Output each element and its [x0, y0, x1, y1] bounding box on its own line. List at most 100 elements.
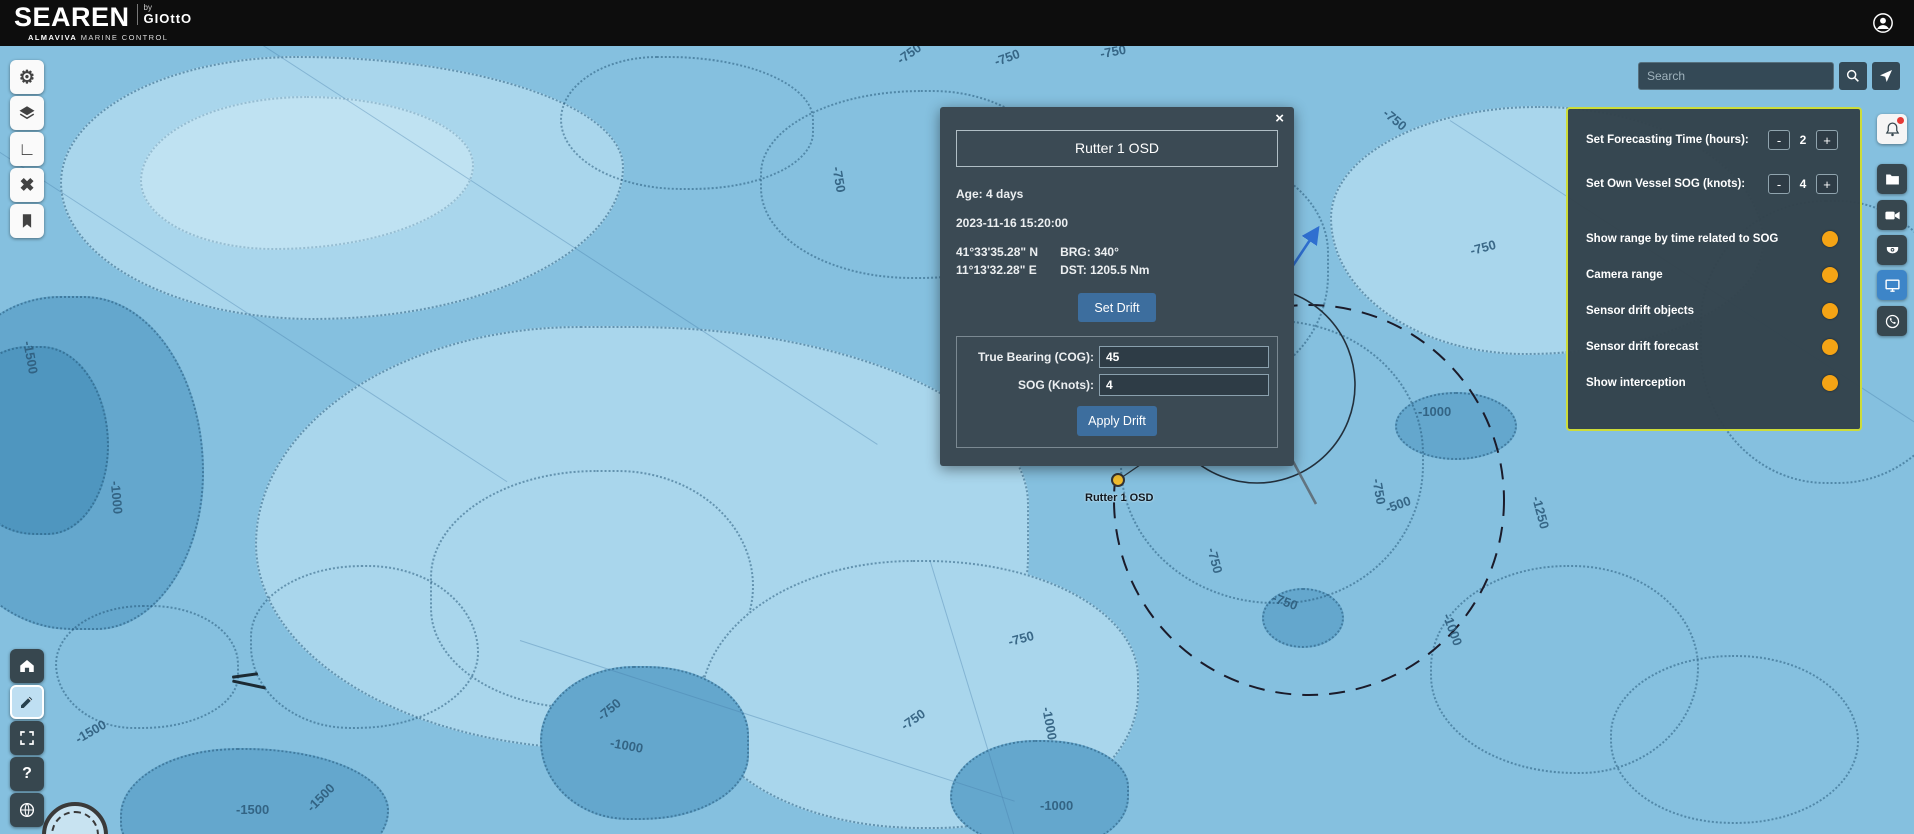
own-vessel-sog-row: Set Own Vessel SOG (knots): - 4 + [1586, 171, 1838, 197]
measure-ruler-button[interactable]: ∟ [10, 132, 44, 166]
toggle-camera-range[interactable] [1822, 267, 1838, 283]
cog-label: True Bearing (COG): [965, 350, 1094, 364]
expand-icon [18, 729, 36, 747]
contour-blob [1430, 565, 1699, 774]
user-account-button[interactable] [1870, 10, 1896, 36]
contour-blob [120, 748, 389, 834]
brand-giotto: GIOttO [144, 12, 193, 25]
forecasting-time-plus-button[interactable]: + [1816, 130, 1838, 150]
toggle-sensor-drift-objects[interactable] [1822, 303, 1838, 319]
target-position: 41°33'35.28" N BRG: 340° 11°13'32.28" E … [956, 245, 1278, 277]
location-arrow-icon [1878, 68, 1894, 84]
toggle-row-sensor-drift-forecast: Sensor drift forecast [1586, 329, 1838, 365]
video-camera-icon [1884, 207, 1901, 224]
search-input[interactable] [1639, 69, 1833, 83]
dome-camera-button[interactable] [1877, 235, 1907, 265]
graticule-line [930, 560, 1065, 834]
bookmark-icon [18, 212, 36, 230]
search-button[interactable] [1839, 62, 1867, 90]
toggle-row-show-interception: Show interception [1586, 365, 1838, 401]
bookmark-button[interactable] [10, 204, 44, 238]
sog-input[interactable] [1099, 374, 1269, 396]
home-button[interactable] [10, 649, 44, 683]
tools-button[interactable]: ✖ [10, 168, 44, 202]
draw-measure-button[interactable] [10, 685, 44, 719]
search-icon [1845, 68, 1861, 84]
search-bar [1638, 62, 1900, 90]
toggle-show-interception[interactable] [1822, 375, 1838, 391]
settings-button[interactable]: ⚙ [10, 60, 44, 94]
pencil-ruler-icon [18, 693, 36, 711]
ais-track-line [232, 672, 258, 679]
top-bar: SEAREN by GIOttO ALMAVIVA MARINE CONTROL [0, 0, 1914, 46]
dialog-title[interactable]: Rutter 1 OSD [956, 130, 1278, 167]
contour-blob [0, 346, 109, 535]
graticule-line [240, 46, 878, 445]
notification-badge [1897, 117, 1904, 124]
apply-drift-button[interactable]: Apply Drift [1077, 406, 1157, 436]
user-icon [1872, 12, 1894, 34]
layers-button[interactable] [10, 96, 44, 130]
close-icon[interactable]: × [1275, 111, 1284, 126]
forecasting-time-row: Set Forecasting Time (hours): - 2 + [1586, 127, 1838, 153]
forecasting-time-value: 2 [1797, 133, 1809, 147]
own-vessel-sog-value: 4 [1797, 177, 1809, 191]
bearing-value: BRG: 340° [1060, 245, 1149, 259]
contour-blob [1610, 655, 1859, 824]
help-button[interactable]: ? [10, 757, 44, 791]
contour-blob [540, 666, 749, 820]
contour-blob [0, 296, 204, 630]
monitor-icon [1884, 277, 1901, 294]
contour-blob [250, 565, 479, 729]
toggle-sensor-drift-forecast[interactable] [1822, 339, 1838, 355]
gear-icon: ⚙ [19, 67, 35, 88]
globe-icon [18, 801, 36, 819]
contour-blob [560, 56, 814, 190]
ais-target[interactable] [232, 672, 266, 688]
toggle-row-show-range: Show range by time related to SOG [1586, 221, 1838, 257]
screen-share-button[interactable] [1877, 270, 1907, 300]
contour-blob [1395, 392, 1517, 460]
brand-subtitle: ALMAVIVA MARINE CONTROL [28, 34, 192, 42]
target-timestamp: 2023-11-16 15:20:00 [956, 216, 1278, 230]
locate-button[interactable] [1872, 62, 1900, 90]
toggle-label: Show range by time related to SOG [1586, 233, 1778, 245]
own-vessel-sog-plus-button[interactable]: + [1816, 174, 1838, 194]
whatsapp-icon [1884, 313, 1901, 330]
contour-blob [1262, 588, 1344, 648]
sog-label: SOG (Knots): [965, 378, 1094, 392]
vessel-marker[interactable] [1111, 473, 1125, 487]
longitude-value: 11°13'32.28" E [956, 263, 1038, 277]
whatsapp-button[interactable] [1877, 306, 1907, 336]
notifications-button[interactable] [1877, 114, 1907, 144]
brand-name: SEAREN [14, 4, 130, 31]
layers-icon [18, 104, 36, 122]
contour-blob [140, 96, 474, 250]
set-drift-button[interactable]: Set Drift [1078, 293, 1156, 322]
own-vessel-sog-label: Set Own Vessel SOG (knots): [1586, 178, 1745, 190]
toggle-row-camera-range: Camera range [1586, 257, 1838, 293]
brand-logo: SEAREN by GIOttO ALMAVIVA MARINE CONTROL [14, 4, 192, 42]
contour-blob [60, 56, 624, 320]
toggle-label: Show interception [1586, 377, 1686, 389]
contour-blob [55, 605, 239, 729]
forecasting-time-minus-button[interactable]: - [1768, 130, 1790, 150]
toggle-label: Sensor drift forecast [1586, 341, 1698, 353]
cog-input[interactable] [1099, 346, 1269, 368]
own-vessel-sog-minus-button[interactable]: - [1768, 174, 1790, 194]
target-age: Age: 4 days [956, 187, 1278, 201]
drift-form: True Bearing (COG): SOG (Knots): Apply D… [956, 336, 1278, 448]
toggle-show-range[interactable] [1822, 231, 1838, 247]
files-button[interactable] [1877, 164, 1907, 194]
distance-value: DST: 1205.5 Nm [1060, 263, 1149, 277]
corner-ruler-icon: ∟ [18, 139, 36, 160]
toggle-label: Sensor drift objects [1586, 305, 1694, 317]
folder-icon [1884, 171, 1901, 188]
video-camera-button[interactable] [1877, 200, 1907, 230]
graticule-line [520, 640, 1015, 802]
left-toolbar: ⚙ ∟ ✖ [10, 60, 44, 238]
fullscreen-button[interactable] [10, 721, 44, 755]
basemap-button[interactable] [10, 793, 44, 827]
contour-blob [255, 326, 1029, 750]
contour-blob [430, 470, 754, 709]
